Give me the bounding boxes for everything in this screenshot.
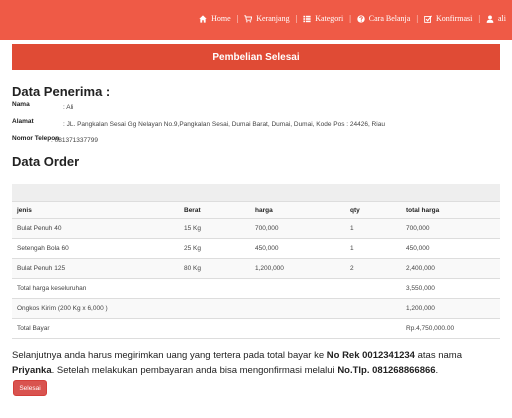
nav-cara-belanja[interactable]: Cara Belanja: [357, 14, 411, 23]
finish-button[interactable]: Selesai: [13, 380, 47, 396]
summary-row-total: Total Bayar Rp.4,750,000.00: [12, 318, 500, 339]
table-cell: 80 Kg: [179, 258, 250, 279]
payment-instructions: Selanjutnya anda harus megirimkan uang y…: [12, 348, 502, 378]
list-icon: [303, 15, 311, 22]
table-cell: 1: [345, 238, 401, 259]
nav-home[interactable]: Home: [199, 14, 231, 23]
summary-value: 3,550,000: [401, 278, 500, 299]
question-icon: [357, 14, 365, 23]
nav-cara-belanja-label: Cara Belanja: [368, 14, 411, 23]
nav-konfirmasi-label: Konfirmasi: [435, 14, 473, 23]
table-spacer-row: [12, 184, 500, 202]
nav-user-label: ali: [498, 14, 506, 23]
nav-kategori-label: Kategori: [315, 14, 344, 23]
table-cell: 1: [345, 218, 401, 239]
summary-value: 1,200,000: [401, 298, 500, 319]
column-header: jenis: [12, 201, 179, 219]
column-header: qty: [345, 201, 401, 219]
table-cell: 25 Kg: [179, 238, 250, 259]
instruction-text: atas nama: [414, 350, 462, 361]
table-cell: 700,000: [401, 218, 500, 239]
phone-value: : 081371337799: [51, 137, 98, 144]
summary-row-subtotal: Total harga keseluruhan 3,550,000: [12, 278, 500, 299]
banner-title: Pembelian Selesai: [212, 51, 300, 63]
nav-kategori[interactable]: Kategori: [303, 14, 343, 23]
check-icon: [424, 14, 432, 23]
cart-icon: [244, 14, 253, 23]
table-cell: 450,000: [401, 238, 500, 259]
home-icon: [199, 14, 207, 23]
table-cell: 1,200,000: [250, 258, 345, 279]
table-cell: 2,400,000: [401, 258, 500, 279]
nav-separator: |: [416, 14, 418, 23]
summary-label: Total Bayar: [12, 318, 401, 339]
table-cell: 700,000: [250, 218, 345, 239]
column-header: total harga: [401, 201, 500, 219]
nav-separator: |: [349, 14, 351, 23]
table-cell: Setengah Bola 60: [12, 238, 179, 259]
account-holder-name: Priyanka: [12, 365, 52, 376]
address-label: Alamat: [12, 118, 34, 125]
nav-konfirmasi[interactable]: Konfirmasi: [424, 14, 472, 23]
nav-keranjang[interactable]: Keranjang: [244, 14, 290, 23]
nav-user[interactable]: ali: [486, 14, 506, 23]
name-label: Nama: [12, 101, 30, 108]
nav-home-label: Home: [211, 14, 231, 23]
summary-label: Total harga keseluruhan: [12, 278, 401, 299]
recipient-heading: Data Penerima :: [12, 84, 111, 99]
nav-keranjang-label: Keranjang: [256, 14, 290, 23]
summary-value: Rp.4,750,000.00: [401, 318, 500, 339]
table-cell: 2: [345, 258, 401, 279]
order-table: jenis Berat harga qty total harga Bulat …: [12, 184, 500, 339]
table-row: Setengah Bola 60 25 Kg 450,000 1 450,000: [12, 238, 500, 259]
nav-separator: |: [236, 14, 239, 23]
instruction-text: Selanjutnya anda harus megirimkan uang y…: [12, 350, 327, 361]
nav-separator: |: [295, 14, 298, 23]
name-value: : Ali: [63, 104, 74, 111]
summary-row-shipping: Ongkos Kirim (200 Kg x 6,000 ) 1,200,000: [12, 298, 500, 319]
table-cell: Bulat Penuh 125: [12, 258, 179, 279]
address-value: : JL. Pangkalan Sesai Gg Nelayan No.9,Pa…: [63, 121, 385, 128]
table-row: Bulat Penuh 125 80 Kg 1,200,000 2 2,400,…: [12, 258, 500, 279]
user-icon: [486, 14, 494, 23]
page-banner: Pembelian Selesai: [12, 44, 500, 70]
instruction-text: .: [435, 365, 439, 376]
summary-label: Ongkos Kirim (200 Kg x 6,000 ): [12, 298, 401, 319]
instruction-text: . Setelah melakukan pembayaran anda bisa…: [51, 365, 338, 376]
table-cell: 450,000: [250, 238, 345, 259]
nav-menu: Home | Keranjang | Kategori | Cara Belan…: [199, 14, 506, 23]
column-header: Berat: [179, 201, 250, 219]
order-heading: Data Order: [12, 154, 80, 169]
bank-account-number: No Rek 0012341234: [326, 350, 415, 361]
top-navbar: Home | Keranjang | Kategori | Cara Belan…: [0, 0, 512, 40]
nav-separator: |: [478, 14, 480, 23]
column-header: harga: [250, 201, 345, 219]
table-cell: Bulat Penuh 40: [12, 218, 179, 239]
table-cell: 15 Kg: [179, 218, 250, 239]
table-header-row: jenis Berat harga qty total harga: [12, 201, 500, 219]
table-row: Bulat Penuh 40 15 Kg 700,000 1 700,000: [12, 218, 500, 239]
contact-phone: No.Tlp. 081268866866: [337, 365, 436, 376]
